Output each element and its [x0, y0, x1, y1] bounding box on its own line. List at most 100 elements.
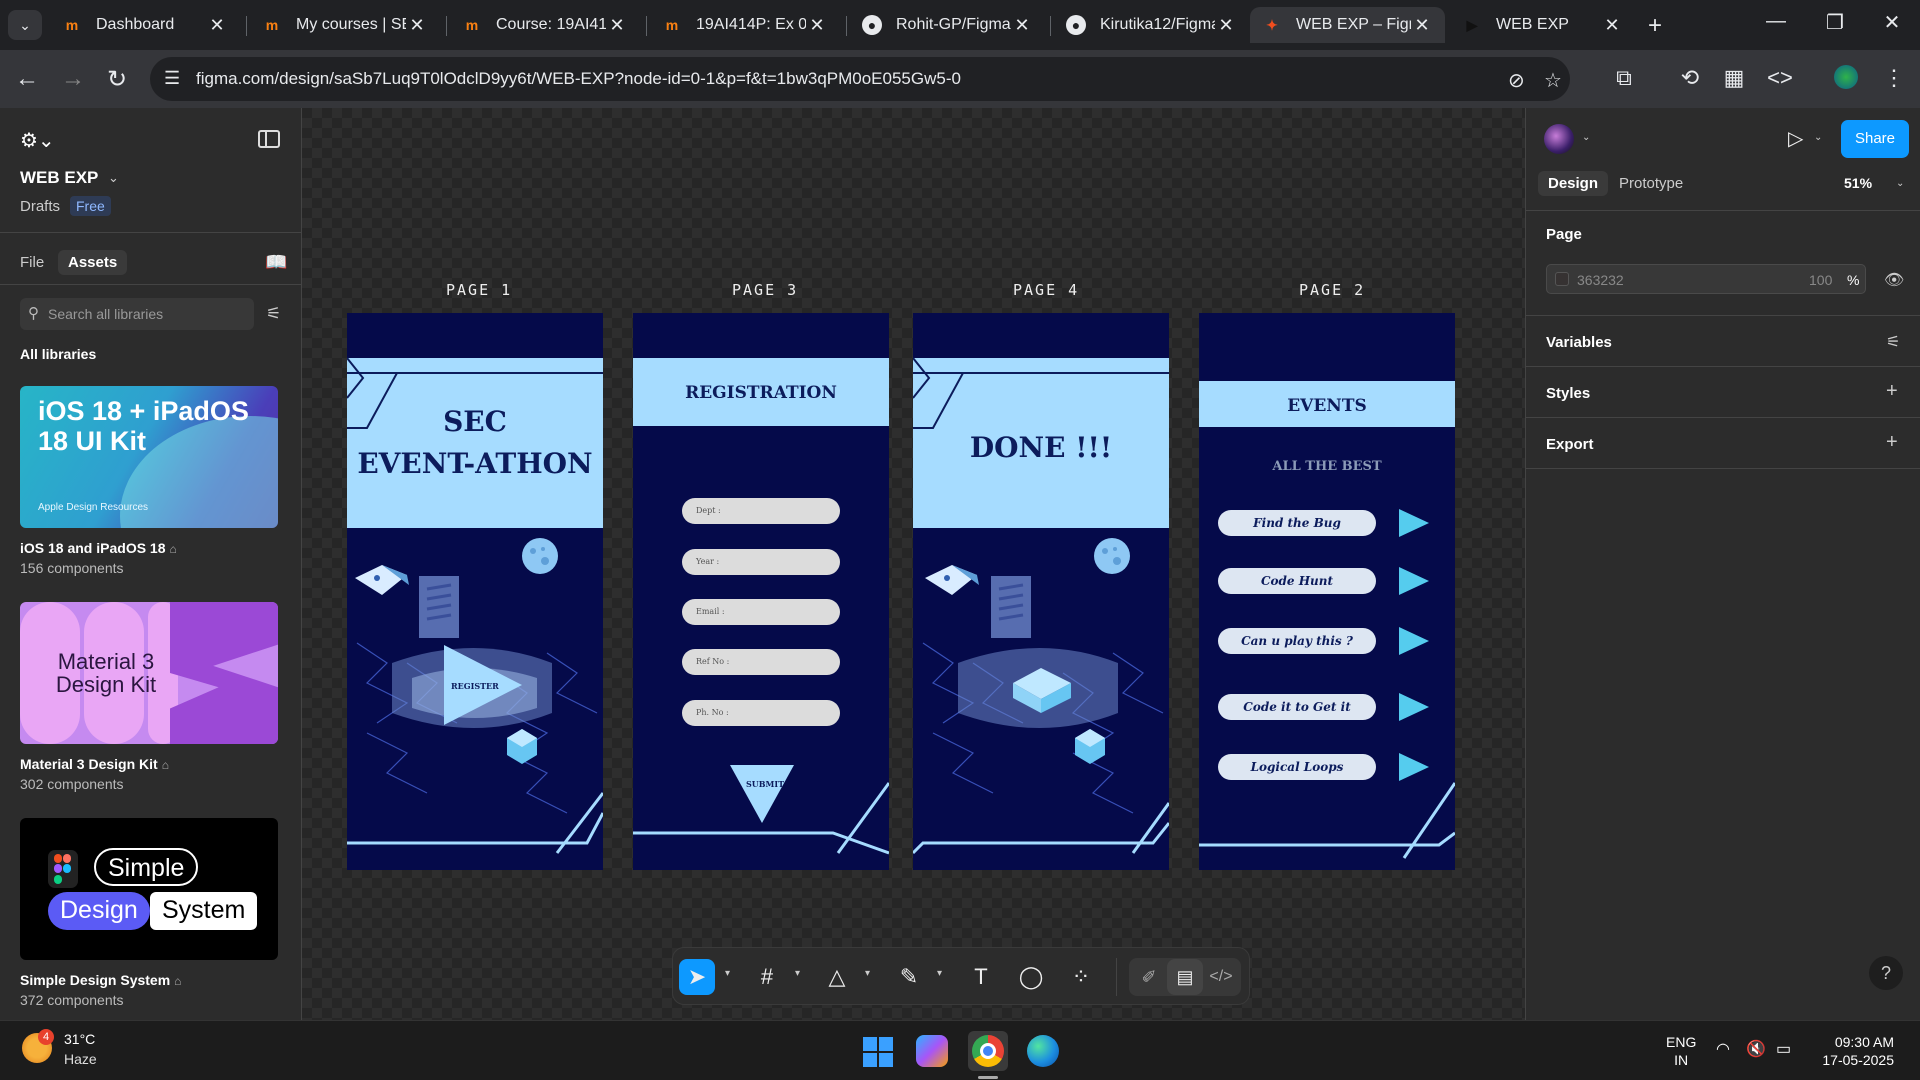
actions-tool-icon[interactable]: ⁘ [1063, 959, 1099, 995]
close-icon[interactable]: ✕ [1411, 15, 1433, 36]
restore-icon[interactable]: ❐ [1815, 10, 1855, 35]
help-button[interactable]: ? [1869, 956, 1903, 990]
chevron-down-icon[interactable]: ▾ [725, 968, 730, 979]
browser-tab[interactable]: m Course: 19AI414 ✕ [450, 7, 640, 43]
library-name[interactable]: Material 3 Design Kit ⌂ [20, 756, 169, 772]
no-tracking-icon[interactable]: ⊘ [1508, 68, 1525, 93]
chrome-icon[interactable] [968, 1031, 1008, 1071]
close-icon[interactable]: ✕ [606, 15, 628, 36]
opacity-value[interactable]: 100 [1809, 272, 1832, 288]
close-icon[interactable]: ✕ [806, 15, 828, 36]
styles-section[interactable]: Styles [1546, 385, 1590, 402]
export-section[interactable]: Export [1546, 436, 1594, 453]
draw-mode-icon[interactable]: ✐ [1131, 959, 1167, 995]
new-tab-button[interactable]: + [1648, 12, 1662, 40]
close-window-icon[interactable]: ✕ [1872, 10, 1912, 35]
shape-tool-icon[interactable]: △ [819, 959, 855, 995]
chevron-down-icon[interactable]: ▾ [795, 968, 800, 979]
frame-page-3[interactable]: REGISTRATION Dept : Year : Email : Ref N… [633, 313, 889, 870]
library-name[interactable]: iOS 18 and iPadOS 18 ⌂ [20, 540, 177, 556]
tab-design[interactable]: Design [1538, 171, 1609, 196]
windows-start-icon[interactable] [857, 1031, 897, 1071]
browser-tab-active[interactable]: ✦ WEB EXP – Figma ✕ [1250, 7, 1445, 43]
variables-section[interactable]: Variables [1546, 334, 1612, 351]
form-field-phno[interactable]: Ph. No : [682, 700, 840, 726]
chevron-down-icon[interactable]: ▾ [937, 968, 942, 979]
frame-label[interactable]: PAGE 1 [446, 281, 512, 299]
pen-tool-icon[interactable]: ✎ [891, 959, 927, 995]
battery-icon[interactable]: ▭ [1776, 1039, 1791, 1059]
close-icon[interactable]: ✕ [206, 15, 228, 36]
move-tool-icon[interactable]: ➤ [679, 959, 715, 995]
tab-file[interactable]: File [10, 250, 54, 275]
site-info-icon[interactable]: ☰ [164, 68, 180, 89]
history-icon[interactable]: ⟲ [1674, 65, 1706, 91]
clock[interactable]: 09:30 AM 17-05-2025 [1818, 1033, 1894, 1069]
add-style-icon[interactable]: + [1886, 380, 1898, 403]
project-name[interactable]: WEB EXP [20, 168, 98, 188]
submit-button[interactable] [730, 765, 794, 823]
color-hex[interactable]: 363232 [1577, 272, 1624, 288]
design-canvas[interactable]: PAGE 1 SEC EVENT-ATHON REGISTER PAGE 3 R… [302, 108, 1525, 1020]
browser-tab[interactable]: m My courses | SEC ✕ [250, 7, 440, 43]
language-indicator[interactable]: ENG IN [1666, 1033, 1696, 1069]
close-icon[interactable]: ✕ [1601, 15, 1623, 36]
tab-prototype[interactable]: Prototype [1609, 171, 1693, 196]
chevron-down-icon[interactable]: ▾ [865, 968, 870, 979]
search-input[interactable] [48, 298, 248, 330]
library-thumbnail-simple[interactable]: Simple Design System [20, 818, 278, 960]
volume-muted-icon[interactable]: 🔇 [1746, 1039, 1766, 1059]
browser-tab[interactable]: ● Kirutika12/Figma ✕ [1054, 7, 1249, 43]
frame-page-4[interactable]: DONE !!! [913, 313, 1169, 870]
browser-tab[interactable]: ▶ WEB EXP ✕ [1450, 7, 1635, 43]
library-thumbnail-material[interactable]: Material 3 Design Kit [20, 602, 278, 744]
add-export-icon[interactable]: + [1886, 431, 1898, 454]
address-bar[interactable]: ☰ figma.com/design/saSb7Luq9T0lOdclD9yy6… [150, 57, 1570, 101]
tab-assets[interactable]: Assets [58, 250, 128, 275]
bookmark-star-icon[interactable]: ☆ [1544, 68, 1562, 93]
copilot-icon[interactable] [916, 1035, 948, 1067]
tab-search-button[interactable]: ⌄ [8, 10, 42, 40]
chevron-down-icon[interactable]: ⌄ [1896, 178, 1904, 189]
close-icon[interactable]: ✕ [1215, 15, 1237, 36]
form-field-dept[interactable]: Dept : [682, 498, 840, 524]
form-field-email[interactable]: Email : [682, 599, 840, 625]
library-thumbnail-ios[interactable]: iOS 18 + iPadOS 18 UI Kit Apple Design R… [20, 386, 278, 528]
figma-menu-icon[interactable]: ⚙⌄ [20, 128, 55, 153]
location-label[interactable]: Drafts [20, 198, 60, 215]
frame-label[interactable]: PAGE 3 [732, 281, 798, 299]
library-book-icon[interactable]: 📖 [265, 252, 287, 273]
back-icon[interactable]: ← [12, 65, 42, 93]
profile-avatar[interactable] [1830, 65, 1862, 95]
library-name[interactable]: Simple Design System ⌂ [20, 972, 181, 988]
form-field-refno[interactable]: Ref No : [682, 649, 840, 675]
close-icon[interactable]: ✕ [406, 15, 428, 36]
chevron-down-icon[interactable]: ⌄ [108, 170, 119, 186]
edge-icon[interactable] [1027, 1035, 1059, 1067]
share-button[interactable]: Share [1841, 120, 1909, 158]
url-text[interactable]: figma.com/design/saSb7Luq9T0lOdclD9yy6t/… [196, 69, 961, 89]
frame-label[interactable]: PAGE 4 [1013, 281, 1079, 299]
dev-mode-icon[interactable]: </> [1203, 959, 1239, 995]
devtools-icon[interactable]: <> [1764, 65, 1796, 91]
more-menu-icon[interactable]: ⋮ [1878, 65, 1910, 91]
extensions-icon[interactable]: ⧉ [1608, 65, 1640, 91]
frame-page-2[interactable]: EVENTS ALL THE BEST Find the Bug Code Hu… [1199, 313, 1455, 870]
zoom-level[interactable]: 51% [1844, 175, 1872, 191]
user-avatar[interactable] [1544, 124, 1574, 154]
frame-tool-icon[interactable]: # [749, 959, 785, 995]
chevron-down-icon[interactable]: ⌄ [1582, 132, 1590, 143]
comment-tool-icon[interactable]: ◯ [1013, 959, 1049, 995]
frame-page-1[interactable]: SEC EVENT-ATHON REGISTER [347, 313, 603, 870]
color-swatch[interactable] [1555, 272, 1569, 286]
temperature[interactable]: 31°C [64, 1031, 95, 1047]
page-color-input[interactable]: 363232 100 % [1546, 264, 1866, 294]
frame-label[interactable]: PAGE 2 [1299, 281, 1365, 299]
eye-icon[interactable]: 👁 [1884, 270, 1904, 290]
reload-icon[interactable]: ↻ [102, 65, 132, 94]
present-play-icon[interactable]: ▷ [1788, 126, 1803, 151]
browser-tab[interactable]: ● Rohit-GP/Figma ✕ [850, 7, 1045, 43]
weather-condition[interactable]: Haze [64, 1051, 97, 1067]
minimize-icon[interactable]: — [1756, 10, 1796, 33]
tab-groups-icon[interactable]: ▦ [1718, 65, 1750, 91]
